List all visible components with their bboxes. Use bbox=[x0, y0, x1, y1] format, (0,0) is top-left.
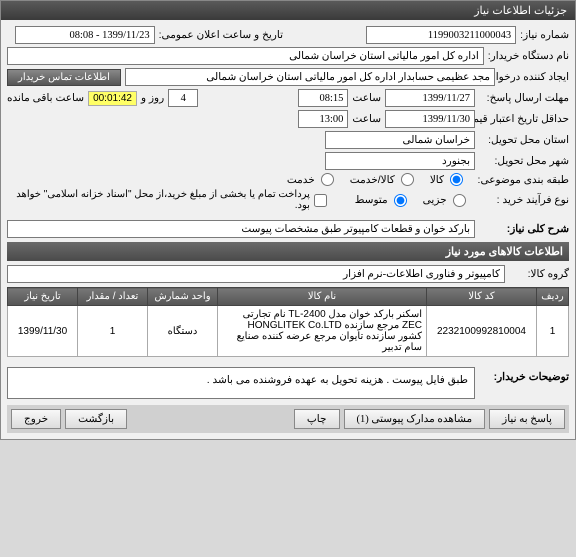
cell-code: 2232100992810004 bbox=[427, 306, 537, 357]
th-unit: واحد شمارش bbox=[148, 288, 218, 306]
cell-qty: 1 bbox=[78, 306, 148, 357]
partial-pay-checkbox[interactable] bbox=[314, 194, 327, 207]
th-date: تاریخ نیاز bbox=[8, 288, 78, 306]
purchase-radios: جزیی متوسط bbox=[345, 194, 468, 207]
radio-goods-service[interactable] bbox=[401, 173, 414, 186]
need-title-label: شرح کلی نیاز: bbox=[479, 223, 569, 235]
buyer-notes-text: طبق فایل پیوست . هزینه تحویل به عهده فرو… bbox=[7, 367, 475, 399]
items-section-header: اطلاعات کالاهای مورد نیاز bbox=[7, 242, 569, 261]
countdown-timer: 00:01:42 bbox=[88, 91, 137, 106]
days-count-field[interactable] bbox=[168, 89, 198, 107]
radio-minor-label: جزیی bbox=[423, 194, 447, 206]
announce-field[interactable] bbox=[15, 26, 155, 44]
buyer-label: نام دستگاه خریدار: bbox=[488, 50, 569, 62]
class-radios: کالا کالا/خدمت خدمت bbox=[277, 173, 465, 186]
th-code: کد کالا bbox=[427, 288, 537, 306]
table-header-row: ردیف کد کالا نام کالا واحد شمارش تعداد /… bbox=[8, 288, 569, 306]
exit-button[interactable]: خروج bbox=[11, 409, 61, 429]
req-number-label: شماره نیاز: bbox=[520, 29, 569, 41]
announce-label: تاریخ و ساعت اعلان عمومی: bbox=[159, 29, 283, 41]
days-label: روز و bbox=[141, 92, 164, 104]
req-number-field[interactable] bbox=[366, 26, 516, 44]
reply-time-field[interactable] bbox=[298, 89, 348, 107]
validity-date-field[interactable] bbox=[385, 110, 475, 128]
group-label: گروه کالا: bbox=[509, 268, 569, 280]
footer-bar: پاسخ به نیاز مشاهده مدارک پیوستی (1) چاپ… bbox=[7, 405, 569, 433]
window-titlebar: جزئیات اطلاعات نیاز bbox=[1, 1, 575, 20]
reply-button[interactable]: پاسخ به نیاز bbox=[489, 409, 565, 429]
validity-time-field[interactable] bbox=[298, 110, 348, 128]
delivery-city-field[interactable] bbox=[325, 152, 475, 170]
radio-medium-label: متوسط bbox=[355, 194, 388, 206]
validity-label: حداقل تاریخ اعتبار قیمت: تا تاریخ: bbox=[479, 113, 569, 125]
radio-minor[interactable] bbox=[453, 194, 466, 207]
radio-goods-label: کالا bbox=[430, 174, 444, 186]
delivery-city-label: شهر محل تحویل: bbox=[479, 155, 569, 167]
cell-unit: دستگاه bbox=[148, 306, 218, 357]
delivery-province-label: استان محل تحویل: bbox=[479, 134, 569, 146]
buyer-field[interactable] bbox=[7, 47, 484, 65]
delivery-province-field[interactable] bbox=[325, 131, 475, 149]
creator-field[interactable] bbox=[125, 68, 495, 86]
print-button[interactable]: چاپ bbox=[294, 409, 340, 429]
need-title-field[interactable] bbox=[7, 220, 475, 238]
table-row[interactable]: 1 2232100992810004 اسکنر بارکد خوان مدل … bbox=[8, 306, 569, 357]
reply-time-label: ساعت bbox=[352, 92, 381, 104]
contact-tab-button[interactable]: اطلاعات تماس خریدار bbox=[7, 69, 121, 86]
attachments-button[interactable]: مشاهده مدارک پیوستی (1) bbox=[344, 409, 486, 429]
creator-label: ایجاد کننده درخواست: bbox=[499, 71, 569, 83]
buyer-notes-label: توضیحات خریدار: bbox=[479, 365, 569, 383]
content-area: شماره نیاز: تاریخ و ساعت اعلان عمومی: نا… bbox=[1, 20, 575, 439]
purchase-type-label: نوع فرآیند خرید : bbox=[472, 194, 569, 206]
radio-service[interactable] bbox=[321, 173, 334, 186]
cell-name: اسکنر بارکد خوان مدل TL-2400 نام تجارتی … bbox=[218, 306, 427, 357]
class-label: طبقه بندی موضوعی: bbox=[469, 174, 569, 186]
th-name: نام کالا bbox=[218, 288, 427, 306]
radio-service-label: خدمت bbox=[287, 174, 315, 186]
radio-medium[interactable] bbox=[394, 194, 407, 207]
th-qty: تعداد / مقدار bbox=[78, 288, 148, 306]
partial-pay-label: پرداخت تمام یا بخشی از مبلغ خرید،از محل … bbox=[7, 189, 310, 211]
reply-deadline-label: مهلت ارسال پاسخ: bbox=[479, 92, 569, 104]
cell-date: 1399/11/30 bbox=[8, 306, 78, 357]
reply-date-field[interactable] bbox=[385, 89, 475, 107]
th-row: ردیف bbox=[537, 288, 569, 306]
group-field[interactable] bbox=[7, 265, 505, 283]
window-title: جزئیات اطلاعات نیاز bbox=[474, 5, 567, 17]
items-table: ردیف کد کالا نام کالا واحد شمارش تعداد /… bbox=[7, 287, 569, 357]
radio-goods-service-label: کالا/خدمت bbox=[350, 174, 395, 186]
back-button[interactable]: بازگشت bbox=[65, 409, 127, 429]
radio-goods[interactable] bbox=[450, 173, 463, 186]
cell-row: 1 bbox=[537, 306, 569, 357]
validity-time-label: ساعت bbox=[352, 113, 381, 125]
remaining-label: ساعت باقی مانده bbox=[7, 92, 84, 104]
main-window: جزئیات اطلاعات نیاز شماره نیاز: تاریخ و … bbox=[0, 0, 576, 440]
partial-pay-row: پرداخت تمام یا بخشی از مبلغ خرید،از محل … bbox=[7, 189, 327, 211]
